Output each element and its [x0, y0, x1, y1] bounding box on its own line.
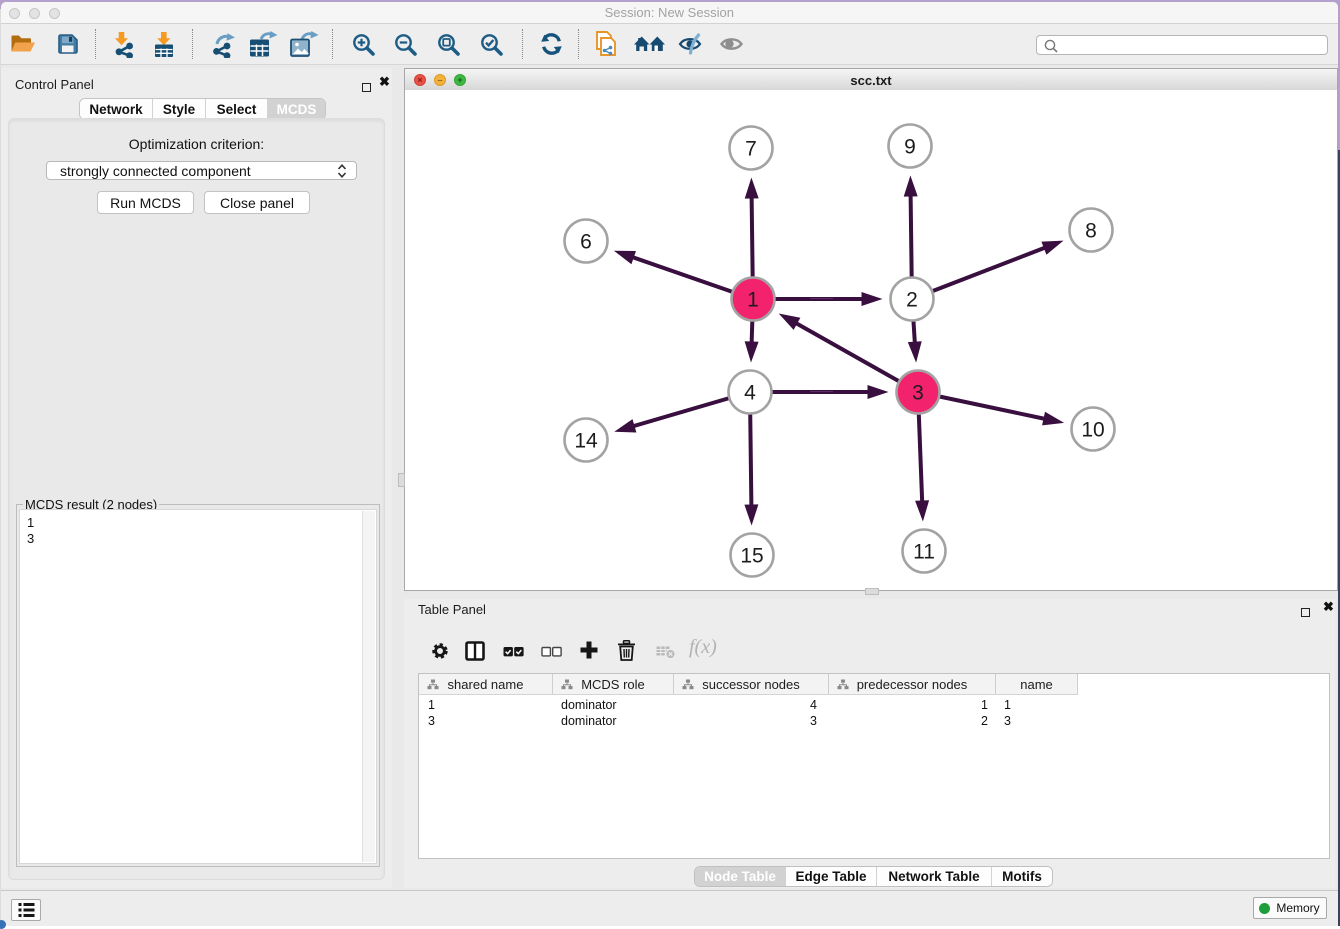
svg-text:15: 15 [740, 545, 763, 568]
svg-text:3: 3 [912, 382, 924, 405]
svg-text:2: 2 [906, 289, 918, 312]
svg-text:11: 11 [913, 541, 935, 564]
svg-text:10: 10 [1081, 419, 1104, 442]
svg-text:9: 9 [904, 136, 916, 159]
svg-text:6: 6 [580, 231, 592, 254]
svg-text:8: 8 [1085, 220, 1097, 243]
svg-text:14: 14 [574, 430, 598, 453]
svg-text:4: 4 [744, 382, 756, 405]
svg-text:1: 1 [747, 289, 759, 312]
svg-text:7: 7 [745, 138, 757, 161]
